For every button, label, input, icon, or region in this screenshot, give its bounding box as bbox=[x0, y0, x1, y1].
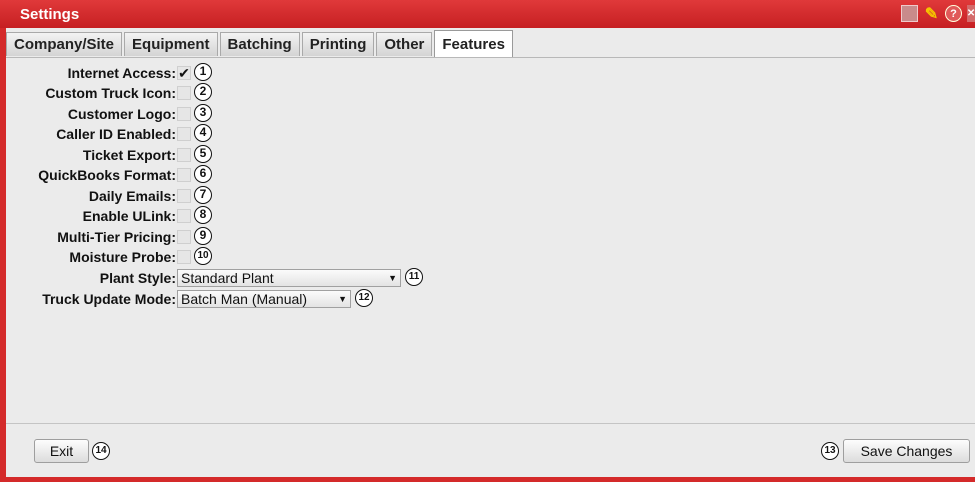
close-icon[interactable]: ✕ bbox=[967, 5, 975, 22]
help-icon[interactable]: ? bbox=[945, 5, 962, 22]
multi-tier-pricing-checkbox[interactable] bbox=[177, 230, 191, 244]
feature-row: Caller ID Enabled: bbox=[6, 125, 176, 145]
quickbooks-format-checkbox[interactable] bbox=[177, 168, 191, 182]
ticket-export-checkbox[interactable] bbox=[177, 148, 191, 162]
enable-ulink-checkbox[interactable] bbox=[177, 209, 191, 223]
caller-id-enabled-checkbox[interactable] bbox=[177, 127, 191, 141]
feature-row: Ticket Export: bbox=[6, 146, 176, 166]
feature-row: Enable ULink: bbox=[6, 207, 176, 227]
dropdown-arrow-icon: ▼ bbox=[338, 294, 347, 304]
truck-update-mode-select[interactable]: Batch Man (Manual) ▼ bbox=[177, 290, 351, 308]
marker-badge: 14 bbox=[92, 442, 110, 460]
daily-emails-checkbox[interactable] bbox=[177, 189, 191, 203]
marker-badge: 5 bbox=[194, 145, 212, 163]
feature-row: Daily Emails: bbox=[6, 187, 176, 207]
marker-badge: 12 bbox=[355, 289, 373, 307]
document-icon[interactable] bbox=[901, 5, 918, 22]
feature-label: Ticket Export: bbox=[82, 147, 176, 163]
plant-style-select[interactable]: Standard Plant ▼ bbox=[177, 269, 401, 287]
footer-divider bbox=[6, 423, 975, 424]
feature-label: Internet Access: bbox=[67, 65, 176, 81]
feature-label: Caller ID Enabled: bbox=[56, 126, 176, 142]
exit-button[interactable]: Exit bbox=[34, 439, 89, 463]
feature-row: QuickBooks Format: bbox=[6, 166, 176, 186]
feature-label: Customer Logo: bbox=[67, 106, 176, 122]
feature-row: Customer Logo: bbox=[6, 105, 176, 125]
feature-row: Moisture Probe: bbox=[6, 248, 176, 268]
truck-update-mode-value: Batch Man (Manual) bbox=[181, 291, 308, 307]
feature-label: Moisture Probe: bbox=[69, 249, 176, 265]
tab-features[interactable]: Features bbox=[434, 30, 513, 57]
tab-printing[interactable]: Printing bbox=[301, 32, 375, 56]
marker-badge: 4 bbox=[194, 124, 212, 142]
marker-badge: 6 bbox=[194, 165, 212, 183]
tab-divider bbox=[6, 57, 975, 58]
marker-badge: 9 bbox=[194, 227, 212, 245]
tab-other[interactable]: Other bbox=[376, 32, 433, 56]
feature-label: QuickBooks Format: bbox=[38, 167, 176, 183]
marker-badge: 10 bbox=[194, 247, 212, 265]
feature-row: Internet Access: bbox=[6, 64, 176, 84]
title-bar: Settings ✎ ? ✕ bbox=[0, 0, 975, 28]
marker-badge: 3 bbox=[194, 104, 212, 122]
plant-style-value: Standard Plant bbox=[181, 270, 274, 286]
customer-logo-checkbox[interactable] bbox=[177, 107, 191, 121]
feature-row: Custom Truck Icon: bbox=[6, 84, 176, 104]
plant-style-label: Plant Style: bbox=[99, 270, 176, 286]
feature-label: Custom Truck Icon: bbox=[45, 85, 176, 101]
feature-label: Enable ULink: bbox=[82, 208, 176, 224]
window-title: Settings bbox=[20, 6, 80, 23]
marker-badge: 8 bbox=[194, 206, 212, 224]
moisture-probe-checkbox[interactable] bbox=[177, 250, 191, 264]
marker-badge: 1 bbox=[194, 63, 212, 81]
settings-panel: Company/Site Equipment Batching Printing… bbox=[6, 28, 975, 477]
tab-bar: Company/Site Equipment Batching Printing… bbox=[6, 30, 515, 57]
internet-access-checkbox[interactable]: ✔ bbox=[177, 66, 191, 80]
marker-badge: 2 bbox=[194, 83, 212, 101]
feature-label: Daily Emails: bbox=[88, 188, 176, 204]
pin-icon[interactable]: ✎ bbox=[923, 5, 940, 23]
tab-company-site[interactable]: Company/Site bbox=[6, 32, 123, 56]
custom-truck-icon-checkbox[interactable] bbox=[177, 86, 191, 100]
settings-window: Settings ✎ ? ✕ Company/Site Equipment Ba… bbox=[0, 0, 975, 482]
feature-label: Multi-Tier Pricing: bbox=[57, 229, 176, 245]
marker-badge: 7 bbox=[194, 186, 212, 204]
marker-badge: 13 bbox=[821, 442, 839, 460]
marker-badge: 11 bbox=[405, 268, 423, 286]
plant-style-row: Plant Style: bbox=[6, 269, 176, 289]
tab-equipment[interactable]: Equipment bbox=[124, 32, 218, 56]
tab-batching[interactable]: Batching bbox=[219, 32, 300, 56]
feature-row: Multi-Tier Pricing: bbox=[6, 228, 176, 248]
save-changes-button[interactable]: Save Changes bbox=[843, 439, 970, 463]
dropdown-arrow-icon: ▼ bbox=[388, 273, 397, 283]
truck-update-mode-label: Truck Update Mode: bbox=[42, 291, 176, 307]
title-bar-icons: ✎ ? ✕ bbox=[901, 5, 975, 23]
truck-update-mode-row: Truck Update Mode: bbox=[6, 290, 176, 310]
